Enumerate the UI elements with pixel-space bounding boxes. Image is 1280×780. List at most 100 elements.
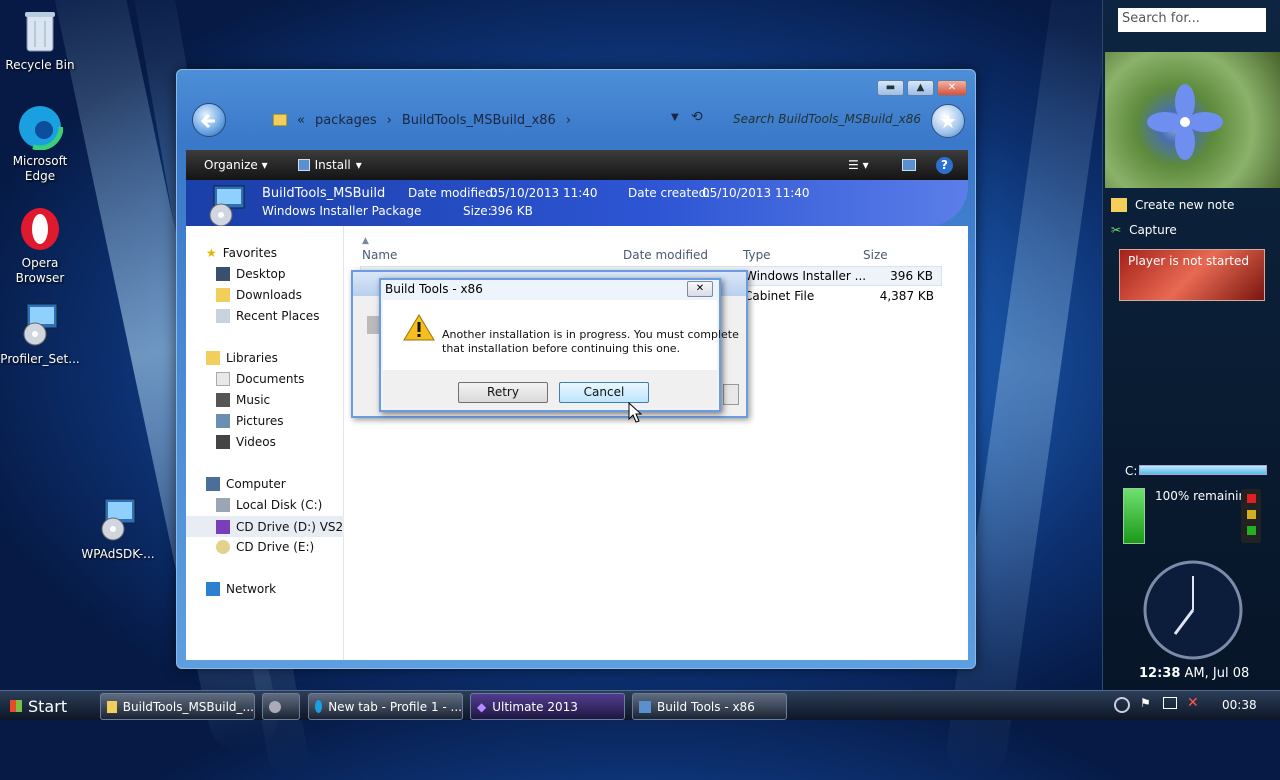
nav-music[interactable]: Music	[216, 393, 270, 407]
close-button[interactable]: ✕	[937, 80, 967, 96]
desktop-icon-label: Recycle Bin	[5, 58, 75, 72]
column-size[interactable]: Size	[863, 248, 888, 262]
installer-icon	[367, 316, 379, 334]
warning-icon	[403, 314, 435, 341]
navigation-bar: « packages › BuildTools_MSBuild_x86 › ▼ …	[187, 100, 967, 142]
file-type: Windows Installer Package	[262, 204, 422, 218]
desktop-icon-profiler[interactable]: Profiler_Set...	[0, 302, 80, 367]
view-options-icon[interactable]: ☰ ▾	[848, 158, 869, 172]
sidebar-search-input[interactable]: Search for...	[1118, 8, 1266, 32]
back-arrow-icon	[200, 113, 215, 129]
dialog-title: Build Tools - x86	[385, 282, 483, 296]
taskbar-clock[interactable]: 00:38	[1222, 698, 1257, 712]
start-button[interactable]: Start	[2, 692, 80, 720]
opera-icon	[17, 206, 63, 252]
minimize-button[interactable]: ▬	[877, 80, 904, 96]
downloads-icon	[216, 288, 230, 302]
refresh-icon[interactable]: ⟲	[691, 109, 703, 125]
desktop-icon-recycle-bin[interactable]: Recycle Bin	[0, 8, 80, 73]
capture-link[interactable]: ✂ Capture	[1111, 223, 1177, 237]
nav-libraries[interactable]: Libraries	[206, 351, 278, 365]
desktop-icon-label: Microsoft Edge	[12, 154, 68, 183]
column-date[interactable]: Date modified	[623, 248, 708, 262]
breadcrumb-overflow[interactable]: «	[297, 113, 305, 128]
traffic-light-icon	[1241, 489, 1261, 543]
drive-label: C:	[1125, 464, 1138, 478]
flag-icon[interactable]: ⚑	[1140, 696, 1151, 710]
breadcrumb[interactable]: « packages › BuildTools_MSBuild_x86 ›	[273, 107, 703, 133]
details-pane: BuildTools_MSBuild Windows Installer Pac…	[186, 180, 968, 227]
installer-icon	[209, 185, 245, 227]
star-search-icon[interactable]: ★	[931, 104, 965, 138]
windows-logo-icon	[10, 700, 22, 712]
back-button[interactable]	[192, 103, 226, 137]
preview-pane-icon[interactable]	[902, 159, 916, 171]
volume-muted-icon[interactable]: ✕	[1187, 695, 1199, 711]
breadcrumb-packages[interactable]: packages	[315, 113, 377, 128]
taskbar-explorer[interactable]: BuildTools_MSBuild_...	[100, 693, 255, 720]
nav-downloads[interactable]: Downloads	[216, 288, 302, 302]
retry-button[interactable]: Retry	[458, 382, 548, 403]
desktop-icon-edge[interactable]: Microsoft Edge	[0, 104, 80, 184]
tray-circle-icon[interactable]	[1114, 697, 1130, 713]
breadcrumb-buildtools[interactable]: BuildTools_MSBuild_x86	[402, 113, 556, 128]
file-type-cell: Windows Installer ...	[745, 269, 867, 283]
media-player-gadget[interactable]: Player is not started	[1119, 249, 1265, 301]
nav-network[interactable]: Network	[206, 582, 276, 596]
taskbar-edge[interactable]: New tab - Profile 1 - ...	[308, 693, 463, 720]
recycle-bin-icon	[17, 8, 63, 54]
desktop-icon-label: Profiler_Set...	[0, 352, 80, 366]
network-tray-icon[interactable]	[1163, 697, 1177, 709]
dialog-body: Another installation is in progress. You…	[383, 300, 739, 408]
organize-menu[interactable]: Organize ▾	[204, 158, 268, 172]
file-name: BuildTools_MSBuild	[262, 186, 386, 201]
file-size-cell: 4,387 KB	[879, 289, 934, 303]
videos-icon	[216, 435, 230, 449]
libraries-icon	[206, 351, 220, 365]
create-note-link[interactable]: Create new note	[1111, 198, 1234, 212]
date-modified-value: 05/10/2013 11:40	[490, 186, 598, 200]
desktop-icon-label: Opera Browser	[15, 256, 65, 285]
nav-cd-e[interactable]: CD Drive (E:)	[216, 540, 314, 554]
dialog-close-button[interactable]: ✕	[687, 281, 713, 297]
nav-recent[interactable]: Recent Places	[216, 309, 319, 323]
chevron-right-icon: ›	[565, 112, 572, 128]
install-button[interactable]: Install ▾	[297, 158, 362, 172]
app-icon	[269, 700, 281, 713]
photo-gadget[interactable]	[1105, 52, 1280, 188]
desktop-icon-opera[interactable]: Opera Browser	[0, 206, 80, 286]
edge-icon	[17, 104, 63, 150]
help-icon[interactable]: ?	[936, 156, 953, 174]
nav-videos[interactable]: Videos	[216, 435, 276, 449]
taskbar-visual-studio[interactable]: ◆ Ultimate 2013	[470, 693, 625, 720]
nav-pictures[interactable]: Pictures	[216, 414, 284, 428]
dropdown-arrow-icon[interactable]: ▼	[671, 112, 679, 123]
nav-documents[interactable]: Documents	[216, 372, 304, 386]
mouse-cursor-icon	[628, 402, 642, 423]
nav-favorites[interactable]: ★ Favorites	[206, 246, 277, 260]
search-input[interactable]: Search BuildTools_MSBuild_x86	[733, 112, 921, 126]
dialog-titlebar: Build Tools - x86 ✕	[381, 280, 719, 300]
nav-computer[interactable]: Computer	[206, 477, 286, 491]
flower-icon	[1147, 84, 1223, 160]
edge-icon	[315, 700, 323, 713]
pictures-icon	[216, 414, 230, 428]
taskbar-app[interactable]	[262, 693, 300, 720]
cancel-button[interactable]: Cancel	[559, 382, 649, 403]
installer-button[interactable]	[723, 384, 739, 405]
nav-local-disk[interactable]: Local Disk (C:)	[216, 498, 322, 512]
visual-studio-icon: ◆	[477, 699, 487, 714]
maximize-button[interactable]: ▲	[907, 80, 934, 96]
folder-icon	[107, 700, 117, 713]
desktop-icon-wpadsdk[interactable]: WPAdSDK-...	[78, 497, 158, 562]
nav-cd-d[interactable]: CD Drive (D:) VS2013	[186, 516, 344, 537]
navigation-pane: ★ Favorites Desktop Downloads Recent Plac…	[186, 226, 344, 660]
file-type-cell: Cabinet File	[744, 289, 815, 303]
nav-desktop[interactable]: Desktop	[216, 267, 286, 281]
command-toolbar: Organize ▾ Install ▾ ☰ ▾ ?	[186, 150, 968, 180]
column-type[interactable]: Type	[743, 248, 771, 262]
taskbar-build-tools[interactable]: Build Tools - x86	[632, 693, 787, 720]
gadget-sidebar: Search for... Create new note ✂ Capture P…	[1102, 0, 1280, 690]
column-name[interactable]: Name	[362, 248, 397, 262]
date-created-label: Date created:	[628, 186, 711, 200]
